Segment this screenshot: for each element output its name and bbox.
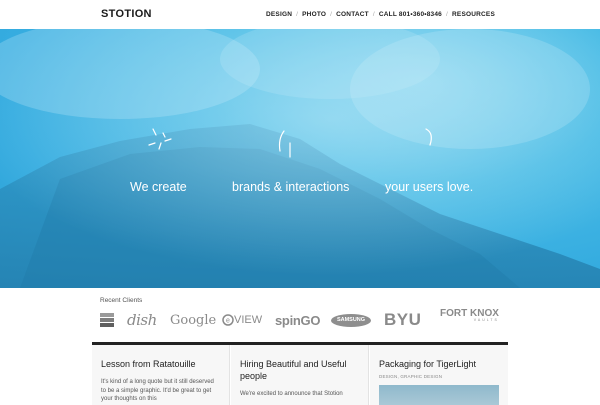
- client-logo-byu: BYU: [384, 310, 422, 329]
- nav-resources[interactable]: RESOURCES: [452, 11, 495, 18]
- nav-separator: /: [296, 11, 299, 18]
- hero-banner: We create brands & interactions your use…: [0, 29, 600, 288]
- samsung-wordmark: SAMSUNG: [336, 317, 366, 323]
- tagline-part-2: brands & interactions: [232, 180, 350, 194]
- post-excerpt: We're excited to announce that Stotion: [240, 391, 343, 397]
- client-logo-samsung: SAMSUNG: [331, 309, 371, 331]
- post-title[interactable]: Hiring Beautiful and Useful people: [240, 358, 360, 382]
- nav-contact[interactable]: CONTACT: [336, 11, 369, 18]
- sparkle-icon: [148, 128, 172, 150]
- eview-wordmark: VIEW: [234, 314, 263, 326]
- mountain-image: [0, 29, 600, 288]
- svg-text:e: e: [226, 318, 230, 325]
- post-card[interactable]: Hiring Beautiful and Useful people We're…: [231, 345, 369, 405]
- eview-circle-icon: e: [222, 314, 234, 326]
- client-logo-spingo: spinGO: [275, 312, 321, 328]
- tagline-part-3: your users love.: [385, 180, 474, 194]
- recent-clients-label: Recent Clients: [100, 297, 143, 304]
- bracket-icon: [278, 130, 291, 158]
- nav-photo[interactable]: PHOTO: [302, 11, 326, 18]
- post-thumbnail[interactable]: [379, 385, 499, 405]
- site-header: STOTION DESIGN / PHOTO / CONTACT / CALL …: [0, 0, 600, 29]
- post-title[interactable]: Lesson from Ratatouille: [101, 358, 221, 370]
- main-nav: DESIGN / PHOTO / CONTACT / CALL 801•360•…: [266, 11, 495, 18]
- post-card[interactable]: Packaging for TigerLight DESIGN, GRAPHIC…: [370, 345, 508, 405]
- post-title[interactable]: Packaging for TigerLight: [379, 358, 499, 370]
- site-logo[interactable]: STOTION: [101, 8, 152, 20]
- nav-separator: /: [330, 11, 333, 18]
- tagline-part-1: We create: [130, 180, 187, 194]
- nav-separator: /: [446, 11, 449, 18]
- post-categories[interactable]: DESIGN, GRAPHIC DESIGN: [379, 374, 508, 379]
- nav-design[interactable]: DESIGN: [266, 11, 292, 18]
- client-logo-eview: e VIEW: [222, 309, 262, 331]
- post-card[interactable]: Lesson from Ratatouille It's kind of a l…: [92, 345, 230, 405]
- fortknox-subtitle: VAULTS: [473, 318, 499, 322]
- client-logos: dish Google e VIEW spinGO SAMSUNG BYU FO…: [100, 309, 500, 331]
- client-logo-fortknox: FORT KNOX VAULTS: [440, 309, 499, 331]
- nav-call[interactable]: CALL 801•360•8346: [379, 11, 442, 18]
- stacked-square-icon: [100, 313, 114, 327]
- curve-icon: [425, 128, 432, 146]
- nav-separator: /: [372, 11, 375, 18]
- client-logo-google: Google: [170, 312, 217, 328]
- client-logo-dish: dish: [127, 311, 157, 329]
- client-logo-generic: [100, 309, 114, 331]
